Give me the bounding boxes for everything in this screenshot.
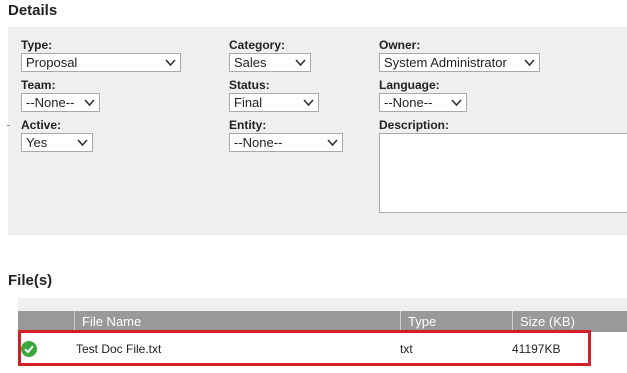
- language-label: Language:: [379, 78, 440, 92]
- active-select-value: Yes: [26, 135, 48, 150]
- chevron-down-icon: [165, 59, 176, 67]
- owner-select-value: System Administrator: [384, 55, 507, 70]
- type-select[interactable]: Proposal: [21, 53, 181, 72]
- chevron-down-icon: [77, 139, 88, 147]
- description-textarea[interactable]: [379, 133, 627, 213]
- panel-marker: [7, 125, 10, 126]
- column-header-type[interactable]: Type: [400, 311, 512, 332]
- chevron-down-icon: [295, 59, 306, 67]
- status-label: Status:: [229, 78, 270, 92]
- active-select[interactable]: Yes: [21, 133, 93, 152]
- table-row[interactable]: Test Doc File.txt txt 41197KB: [18, 332, 627, 366]
- description-field: Description:: [379, 119, 627, 213]
- entity-field: Entity: --None--: [229, 119, 343, 152]
- owner-select[interactable]: System Administrator: [379, 53, 540, 72]
- type-field: Type: Proposal: [21, 39, 181, 72]
- check-circle-icon: [21, 341, 37, 357]
- column-header-file-name[interactable]: File Name: [74, 311, 400, 332]
- details-heading: Details: [8, 2, 58, 19]
- chevron-down-icon: [524, 59, 535, 67]
- chevron-down-icon: [84, 99, 95, 107]
- entity-select-value: --None--: [234, 135, 283, 150]
- column-header-size[interactable]: Size (KB): [512, 311, 627, 332]
- category-select[interactable]: Sales: [229, 53, 311, 72]
- team-select-value: --None--: [26, 95, 75, 110]
- team-label: Team:: [21, 78, 56, 92]
- language-select[interactable]: --None--: [379, 93, 467, 112]
- files-heading: File(s): [8, 272, 53, 289]
- entity-select[interactable]: --None--: [229, 133, 343, 152]
- owner-field: Owner: System Administrator: [379, 39, 540, 72]
- category-label: Category:: [229, 38, 286, 52]
- file-name-cell[interactable]: Test Doc File.txt: [68, 332, 394, 366]
- type-select-value: Proposal: [26, 55, 78, 70]
- language-field: Language: --None--: [379, 79, 467, 112]
- chevron-down-icon: [451, 99, 462, 107]
- owner-label: Owner:: [379, 38, 421, 52]
- language-select-value: --None--: [384, 95, 433, 110]
- active-label: Active:: [21, 118, 62, 132]
- description-label: Description:: [379, 118, 450, 132]
- status-field: Status: Final: [229, 79, 319, 112]
- team-field: Team: --None--: [21, 79, 100, 112]
- status-select[interactable]: Final: [229, 93, 319, 112]
- files-table: File Name Type Size (KB) Test Doc File.t…: [18, 298, 627, 368]
- category-field: Category: Sales: [229, 39, 311, 72]
- entity-label: Entity:: [229, 118, 267, 132]
- details-panel: Type: Proposal Category: Sales Owner: Sy…: [8, 27, 627, 235]
- file-type-cell: txt: [400, 342, 413, 356]
- file-size-cell: 41197KB: [512, 342, 561, 356]
- files-table-header: File Name Type Size (KB): [18, 311, 627, 332]
- type-label: Type:: [21, 38, 53, 52]
- chevron-down-icon: [327, 139, 338, 147]
- status-select-value: Final: [234, 95, 263, 110]
- chevron-down-icon: [303, 99, 314, 107]
- column-header-status: [18, 311, 74, 332]
- category-select-value: Sales: [234, 55, 267, 70]
- active-field: Active: Yes: [21, 119, 93, 152]
- team-select[interactable]: --None--: [21, 93, 100, 112]
